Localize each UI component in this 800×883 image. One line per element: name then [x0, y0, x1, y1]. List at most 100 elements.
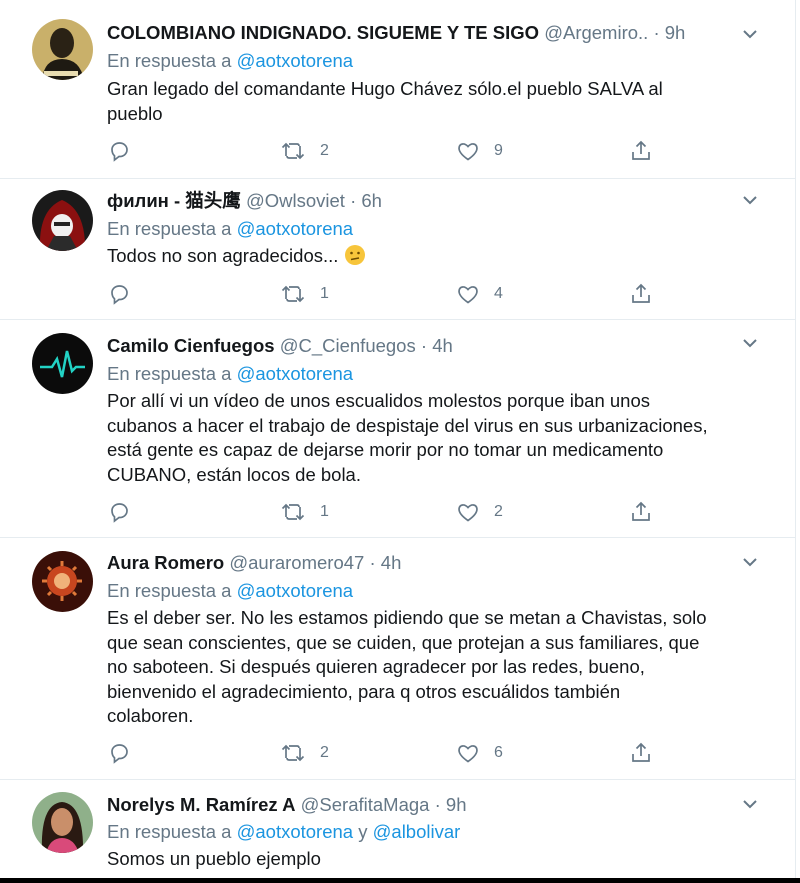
tweet-header: Norelys M. Ramírez A @SerafitaMaga · 9h: [107, 792, 467, 818]
share-button[interactable]: [629, 137, 653, 165]
reply-context: En respuesta a @aotxotorena: [107, 48, 353, 74]
share-icon: [632, 283, 650, 303]
like-button[interactable]: 6: [456, 739, 503, 767]
user-handle[interactable]: @C_Cienfuegos: [280, 335, 416, 356]
reply-icon: [111, 285, 128, 305]
timestamp[interactable]: 6h: [361, 190, 382, 211]
display-name[interactable]: филин - 猫头鹰: [107, 190, 241, 211]
like-button[interactable]: 4: [456, 280, 503, 308]
text-line: está gente es capaz de dejarse morir por…: [107, 439, 664, 460]
timestamp[interactable]: 4h: [432, 335, 453, 356]
separator-dot: ·: [369, 552, 376, 573]
user-handle[interactable]: @SerafitaMaga: [301, 794, 430, 815]
chevron-down-icon[interactable]: [740, 794, 760, 814]
mention-link[interactable]: @aotxotorena: [237, 218, 354, 239]
share-icon: [632, 742, 650, 762]
share-icon: [632, 501, 650, 521]
tweet-text: Es el deber ser. No les estamos pidiendo…: [107, 606, 767, 729]
reply-button[interactable]: [107, 498, 131, 526]
tweet[interactable]: филин - 猫头鹰 @Owlsoviet · 6h En respuesta…: [0, 178, 795, 320]
share-button[interactable]: [629, 739, 653, 767]
mention-link[interactable]: @aotxotorena: [237, 363, 354, 384]
text-line: no saboteen. Si después quieren agradece…: [107, 656, 645, 677]
woman-photo-avatar-icon: [32, 792, 93, 853]
mention-link[interactable]: @aotxotorena: [237, 821, 354, 842]
tweet[interactable]: Aura Romero @auraromero47 · 4h En respue…: [0, 537, 795, 780]
reply-connector: y: [358, 821, 368, 842]
reply-context: En respuesta a @aotxotorena: [107, 578, 353, 604]
like-count: 9: [494, 142, 503, 159]
timestamp[interactable]: 9h: [446, 794, 467, 815]
retweet-icon: [281, 744, 305, 762]
reply-button[interactable]: [107, 739, 131, 767]
retweet-icon: [281, 285, 305, 303]
timeline: COLOMBIANO INDIGNADO. SIGUEME Y TE SIGO …: [0, 0, 796, 883]
text-line: Somos un pueblo ejemplo: [107, 848, 321, 869]
reply-prefix: En respuesta a: [107, 821, 232, 842]
share-button[interactable]: [629, 498, 653, 526]
tweet-text: Todos no son agradecidos...: [107, 244, 767, 269]
display-name[interactable]: Camilo Cienfuegos: [107, 335, 275, 356]
user-handle[interactable]: @Argemiro..: [544, 22, 648, 43]
tweet-actions: 2 9: [107, 137, 667, 165]
display-name[interactable]: Aura Romero: [107, 552, 224, 573]
timestamp[interactable]: 9h: [665, 22, 686, 43]
avatar[interactable]: [32, 792, 93, 853]
display-name[interactable]: Norelys M. Ramírez A: [107, 794, 296, 815]
masked-figure-avatar-icon: [32, 190, 93, 251]
like-count: 2: [494, 503, 503, 520]
reply-prefix: En respuesta a: [107, 218, 232, 239]
tweet[interactable]: Camilo Cienfuegos @C_Cienfuegos · 4h En …: [0, 319, 795, 538]
retweet-button[interactable]: 2: [280, 137, 329, 165]
retweet-button[interactable]: 1: [280, 498, 329, 526]
display-name[interactable]: COLOMBIANO INDIGNADO. SIGUEME Y TE SIGO: [107, 22, 539, 43]
heart-icon: [458, 286, 478, 304]
chevron-down-icon[interactable]: [740, 190, 760, 210]
heart-icon: [458, 504, 478, 522]
share-button[interactable]: [629, 280, 653, 308]
share-icon: [632, 140, 650, 160]
retweet-button[interactable]: 2: [280, 739, 329, 767]
tweet-text: Somos un pueblo ejemplo: [107, 847, 767, 872]
reply-context: En respuesta a @aotxotorena y @albolivar: [107, 819, 460, 845]
tweet-text: Por allí vi un vídeo de unos escualidos …: [107, 389, 767, 487]
like-count: 4: [494, 285, 503, 302]
mention-link[interactable]: @aotxotorena: [237, 50, 354, 71]
text-line: pueblo: [107, 102, 163, 124]
reply-button[interactable]: [107, 280, 131, 308]
reply-button[interactable]: [107, 137, 131, 165]
avatar[interactable]: [32, 333, 93, 394]
user-handle[interactable]: @Owlsoviet: [246, 190, 345, 211]
tweet-actions: 2 6: [107, 739, 667, 767]
tweet[interactable]: COLOMBIANO INDIGNADO. SIGUEME Y TE SIGO …: [0, 0, 795, 179]
chevron-down-icon[interactable]: [740, 552, 760, 572]
tweet[interactable]: Norelys M. Ramírez A @SerafitaMaga · 9h …: [0, 779, 795, 878]
tweet-header: филин - 猫头鹰 @Owlsoviet · 6h: [107, 188, 382, 214]
avatar[interactable]: [32, 190, 93, 251]
reply-context: En respuesta a @aotxotorena: [107, 216, 353, 242]
retweet-icon: [281, 503, 305, 521]
user-handle[interactable]: @auraromero47: [229, 552, 364, 573]
mention-link[interactable]: @aotxotorena: [237, 580, 354, 601]
timestamp[interactable]: 4h: [381, 552, 402, 573]
separator-dot: ·: [653, 22, 660, 43]
heart-icon: [458, 745, 478, 763]
avatar[interactable]: [32, 551, 93, 612]
separator-dot: ·: [420, 335, 428, 356]
retweet-count: 1: [320, 285, 329, 302]
mention-link[interactable]: @albolivar: [373, 821, 461, 842]
like-button[interactable]: 9: [456, 137, 503, 165]
text-line: bienvenido el agradecimiento, para q otr…: [107, 680, 621, 702]
retweet-count: 1: [320, 503, 329, 520]
like-button[interactable]: 2: [456, 498, 503, 526]
chevron-down-icon[interactable]: [740, 333, 760, 353]
retweet-icon: [281, 142, 305, 160]
retweet-button[interactable]: 1: [280, 280, 329, 308]
retweet-count: 2: [320, 142, 329, 159]
tweet-actions: 1 2: [107, 498, 667, 526]
heart-icon: [458, 143, 478, 161]
chevron-down-icon[interactable]: [740, 24, 760, 44]
text-line: cubanos a hacer el trabajo de despistaje…: [107, 414, 708, 436]
avatar[interactable]: [32, 19, 93, 80]
tweet-actions: 1 4: [107, 280, 667, 308]
